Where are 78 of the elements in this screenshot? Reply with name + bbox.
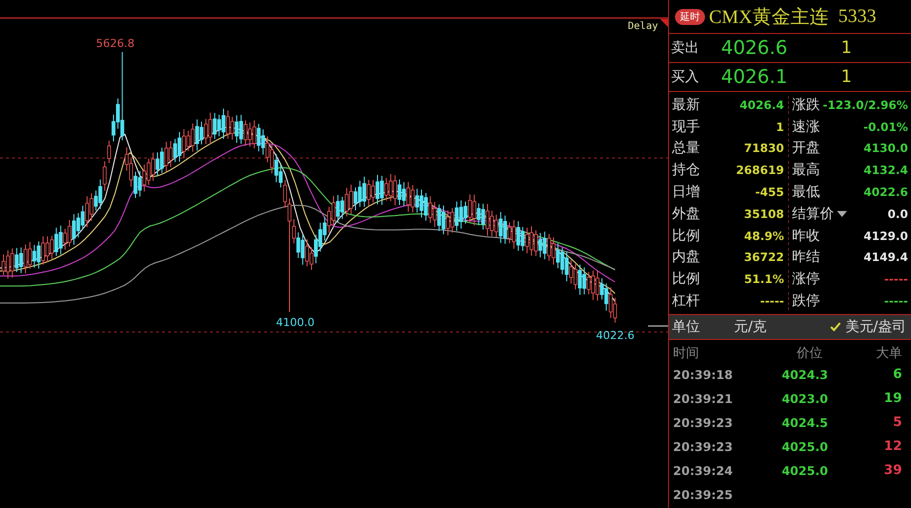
high-price-label: 5626.8 — [96, 37, 134, 50]
column-header: 价位 — [796, 344, 822, 362]
quote-volume: 1 — [841, 67, 852, 87]
trade-time: 20:39:25 — [673, 488, 734, 502]
stat-value: 4129.0 — [864, 228, 908, 243]
quote-label: 买入 — [670, 68, 700, 86]
quote-price: 4026.1 — [721, 66, 788, 88]
stat-value: ----- — [760, 294, 784, 308]
stat-label: 比例 — [672, 226, 700, 245]
dropdown-caret-icon[interactable] — [837, 210, 847, 217]
stat-value: 4022.6 — [864, 185, 908, 200]
check-icon — [830, 322, 842, 332]
last-price-label: 4022.6 — [596, 329, 634, 342]
quote-price: 4026.6 — [721, 37, 788, 59]
stat-value: 35108 — [744, 206, 784, 221]
stat-label: 结算价 — [792, 204, 834, 223]
stat-label: 昨收 — [792, 226, 820, 245]
trade-price: 4025.0 — [780, 464, 828, 478]
unit-label: 单位 — [672, 318, 701, 336]
corner-marker-icon — [660, 19, 668, 27]
stat-label: 外盘 — [672, 204, 700, 223]
stat-label: 杠杆 — [672, 292, 700, 310]
quote-volume: 1 — [841, 38, 852, 58]
trade-time: 20:39:23 — [673, 416, 734, 430]
stat-value: ----- — [884, 294, 908, 308]
stat-label: 总量 — [672, 139, 700, 158]
stat-label: 开盘 — [792, 139, 820, 158]
stat-label: 持仓 — [672, 161, 700, 180]
stat-value: 48.9% — [744, 228, 784, 243]
stat-value: ----- — [884, 272, 908, 286]
low-price-label: 4100.0 — [276, 316, 314, 329]
stat-value: -123.0/2.96% — [822, 98, 908, 112]
stat-label: 现手 — [672, 118, 700, 136]
stat-label: 最高 — [792, 161, 820, 180]
stat-value: 36722 — [744, 250, 784, 264]
delay-label: Delay — [628, 21, 658, 32]
stat-value: 71830 — [744, 141, 784, 156]
column-header: 时间 — [673, 344, 700, 362]
stat-value: 268619 — [736, 163, 784, 178]
trade-price: 4024.3 — [780, 368, 828, 382]
quote-label: 卖出 — [670, 39, 700, 57]
stat-value: 4149.4 — [864, 250, 908, 264]
stat-label: 昨结 — [792, 248, 820, 266]
contract-code: 5333 — [838, 6, 876, 28]
column-header: 大单 — [875, 344, 902, 362]
trade-price: 4025.0 — [780, 440, 828, 454]
stat-label: 最新 — [672, 96, 700, 114]
trade-time: 20:39:24 — [673, 464, 734, 478]
unit-option[interactable]: 美元/盎司 — [830, 318, 906, 336]
trade-time: 20:39:21 — [673, 392, 734, 406]
trade-price: 4023.0 — [780, 392, 828, 406]
stat-label: 最低 — [792, 183, 820, 202]
stat-label: 内盘 — [672, 248, 700, 266]
stat-label: 涨停 — [792, 270, 820, 288]
trade-volume: 12 — [884, 439, 902, 454]
stat-value: 1 — [776, 120, 784, 134]
stat-value: -455 — [755, 185, 784, 200]
stat-value: 4026.4 — [740, 98, 784, 112]
trade-time: 20:39:23 — [673, 440, 734, 454]
trade-volume: 19 — [884, 391, 902, 406]
trade-price: 4024.5 — [780, 416, 828, 430]
unit-option[interactable]: 元/克 — [734, 318, 767, 336]
trade-volume: 39 — [884, 463, 902, 478]
stat-value: 51.1% — [744, 272, 784, 286]
stat-label: 速涨 — [792, 118, 820, 136]
trade-time: 20:39:18 — [673, 368, 734, 382]
delay-badge: 延时 — [675, 8, 705, 24]
stat-label: 跌停 — [792, 292, 820, 310]
stat-label: 日增 — [672, 183, 700, 202]
stat-value: 4130.0 — [864, 141, 908, 156]
stat-value: -0.01% — [863, 120, 908, 134]
trade-volume: 6 — [892, 367, 902, 382]
contract-name: CMX黄金主连 — [709, 6, 828, 30]
trade-volume: 5 — [892, 415, 902, 430]
stat-label: 比例 — [672, 270, 700, 288]
stat-label: 涨跌 — [792, 96, 820, 114]
stat-value: 4132.4 — [864, 163, 908, 178]
stat-value: 0.0 — [888, 206, 908, 221]
